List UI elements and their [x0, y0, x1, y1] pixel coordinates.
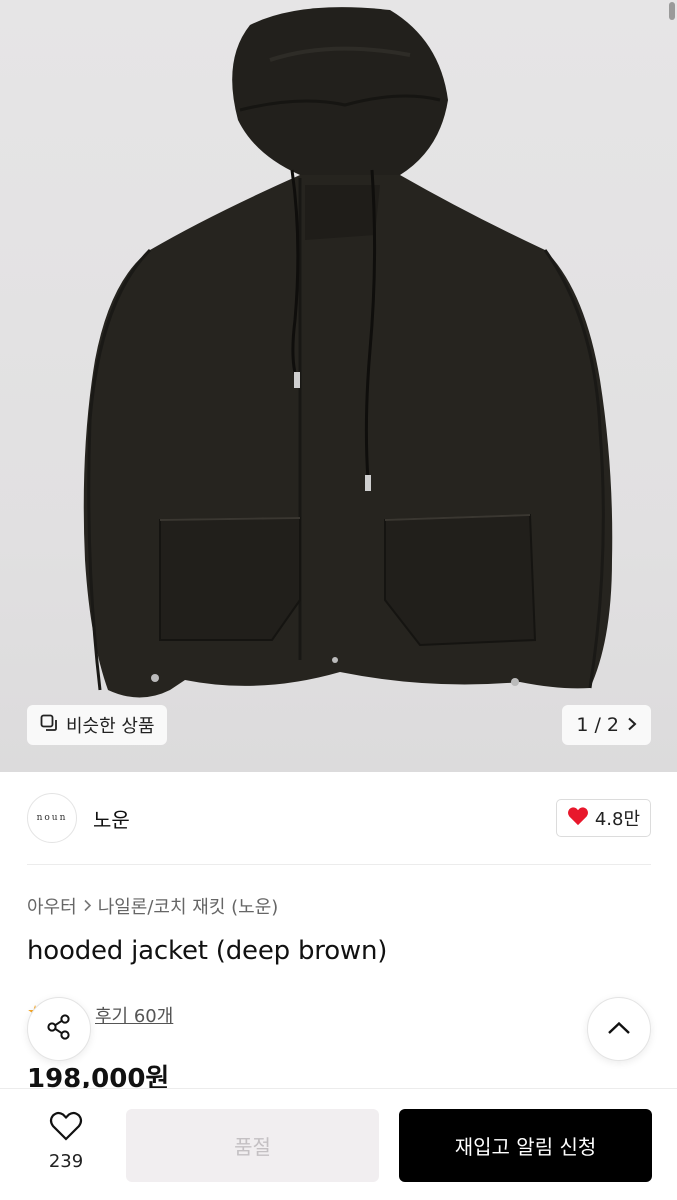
wishlist-count: 239 — [48, 1151, 84, 1172]
brand-like-count: 4.8만 — [594, 809, 640, 830]
breadcrumb-category[interactable]: 아우터 — [27, 893, 77, 919]
heart-outline-icon — [49, 1111, 83, 1145]
scroll-indicator — [669, 2, 675, 20]
review-count-link[interactable]: 후기 60개 — [95, 1002, 173, 1028]
similar-products-label: 비슷한 상품 — [66, 716, 155, 737]
breadcrumb-subcategory[interactable]: 나일론/코치 재킷 (노운) — [98, 893, 279, 919]
image-page-indicator[interactable]: 1 / 2 — [562, 705, 651, 745]
sold-out-button: 품절 — [126, 1109, 379, 1182]
purchase-bar: 239 품절 재입고 알림 신청 — [0, 1088, 677, 1200]
wishlist-button[interactable]: 239 — [30, 1111, 102, 1172]
similar-products-button[interactable]: 비슷한 상품 — [27, 705, 167, 745]
product-image-gallery[interactable]: 비슷한 상품 1 / 2 — [0, 0, 677, 772]
similar-items-icon — [39, 713, 59, 738]
divider — [27, 864, 651, 865]
heart-filled-icon — [567, 806, 589, 831]
product-image — [83, 7, 613, 698]
chevron-right-icon — [83, 896, 92, 917]
brand-row: noun 노운 4.8만 — [27, 793, 651, 843]
scroll-to-top-button[interactable] — [587, 997, 651, 1061]
brand-like-button[interactable]: 4.8만 — [555, 799, 651, 837]
breadcrumb: 아우터 나일론/코치 재킷 (노운) — [27, 893, 278, 919]
product-title: hooded jacket (deep brown) — [27, 936, 388, 966]
page-count: 1 / 2 — [576, 714, 619, 736]
chevron-right-icon — [627, 714, 637, 736]
chevron-up-icon — [607, 1020, 631, 1039]
share-button[interactable] — [27, 997, 91, 1061]
share-icon — [44, 1012, 74, 1046]
brand-name[interactable]: 노운 — [93, 804, 130, 833]
brand-logo[interactable]: noun — [27, 793, 77, 843]
restock-alert-button[interactable]: 재입고 알림 신청 — [399, 1109, 652, 1182]
